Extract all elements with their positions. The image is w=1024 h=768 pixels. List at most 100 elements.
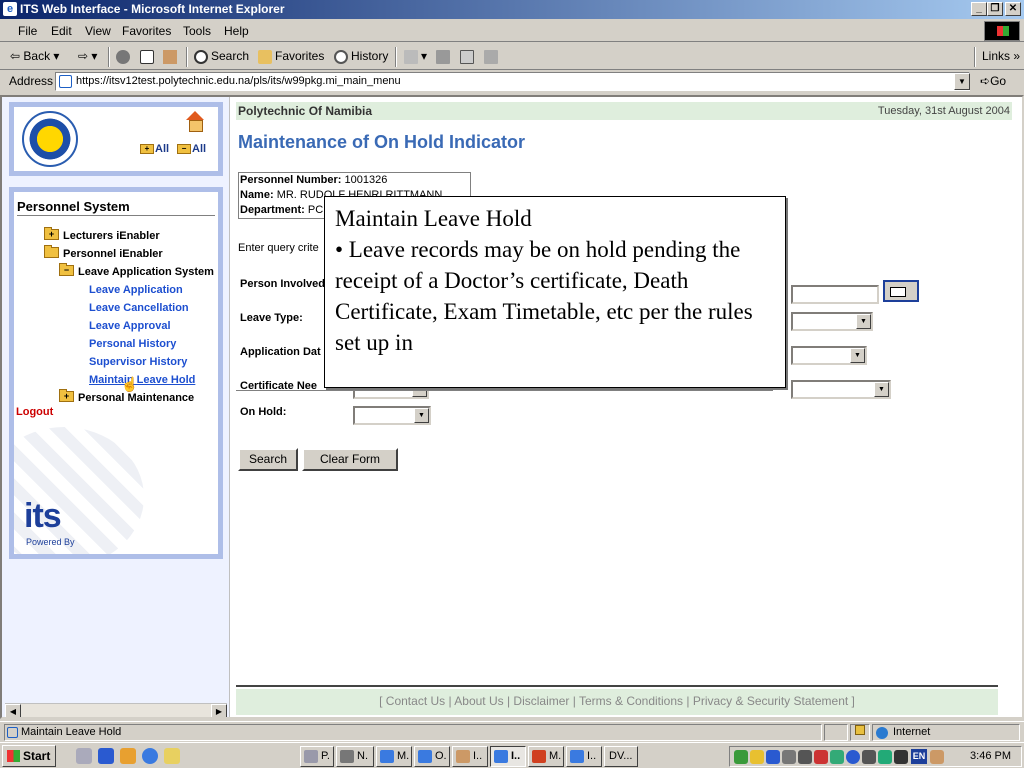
task-button-active[interactable]: I.. <box>490 746 526 767</box>
close-button[interactable]: ✕ <box>1005 2 1021 16</box>
lookup-list-button[interactable] <box>883 280 919 302</box>
menu-help[interactable]: Help <box>224 24 249 38</box>
sidebar-item-lecturers-ienabler[interactable]: Lecturers iEnabler <box>63 230 160 242</box>
footer-divider <box>236 685 998 687</box>
address-input[interactable]: https://itsv12test.polytechnic.edu.na/pl… <box>55 72 970 91</box>
menu-tools[interactable]: Tools <box>183 24 211 38</box>
expand-folder-icon[interactable]: + <box>44 227 59 240</box>
ie-icon <box>418 750 432 763</box>
leave-type-select[interactable]: ▼ <box>791 312 873 331</box>
task-button[interactable]: I.. <box>452 746 488 767</box>
task-button[interactable]: P. <box>300 746 334 767</box>
messenger-icon[interactable] <box>98 748 114 764</box>
open-folder-icon[interactable]: − <box>59 263 74 276</box>
menu-edit[interactable]: Edit <box>51 24 72 38</box>
edit-button[interactable] <box>460 48 477 66</box>
sidebar-item-leave-application[interactable]: Leave Application <box>89 284 183 296</box>
task-button[interactable]: N. <box>336 746 374 767</box>
refresh-icon <box>140 49 154 64</box>
address-url: https://itsv12test.polytechnic.edu.na/pl… <box>76 75 401 87</box>
tray-icon[interactable] <box>930 750 944 764</box>
tray-icon[interactable] <box>846 750 860 764</box>
ie-icon[interactable] <box>142 748 158 764</box>
expand-all-button[interactable]: + All <box>140 143 169 155</box>
tray-icon[interactable] <box>862 750 876 764</box>
scroll-right-button[interactable]: ▶ <box>211 704 227 717</box>
language-indicator[interactable]: EN <box>911 749 927 764</box>
sidebar-item-leave-cancellation[interactable]: Leave Cancellation <box>89 302 189 314</box>
refresh-button[interactable] <box>140 48 157 66</box>
mail-icon <box>304 750 318 763</box>
go-button[interactable]: ➪Go <box>980 74 1006 88</box>
logout-link[interactable]: Logout <box>16 406 53 418</box>
minimize-button[interactable]: _ <box>971 2 987 16</box>
start-button[interactable]: Start <box>2 745 56 767</box>
person-involved-input[interactable] <box>791 285 879 304</box>
restore-button[interactable]: ❐ <box>987 2 1003 16</box>
discuss-button[interactable] <box>484 48 501 66</box>
tray-icon[interactable] <box>734 750 748 764</box>
expand-folder-icon[interactable]: + <box>59 389 74 402</box>
print-button[interactable] <box>436 48 453 66</box>
tray-icon[interactable] <box>878 750 892 764</box>
collapse-all-button[interactable]: − All <box>177 143 206 155</box>
open-folder-icon[interactable] <box>44 245 59 258</box>
taskbar: Start P. N. M. O. I.. I.. M. I.. DV... E… <box>0 742 1024 768</box>
search-button[interactable]: Search <box>238 448 298 471</box>
quicklaunch-icon[interactable] <box>120 748 136 764</box>
history-button[interactable]: History <box>334 48 388 66</box>
toolbar-separator <box>974 47 976 67</box>
on-hold-select[interactable]: ▼ <box>353 406 431 425</box>
tray-icon[interactable] <box>830 750 844 764</box>
menu-favorites[interactable]: Favorites <box>122 24 171 38</box>
tray-icon[interactable] <box>798 750 812 764</box>
home-icon[interactable] <box>184 111 206 132</box>
address-dropdown-button[interactable]: ▼ <box>954 73 970 90</box>
tray-icon[interactable] <box>894 750 908 764</box>
notepad-icon[interactable] <box>164 748 180 764</box>
main-frame: Polytechnic Of Namibia Tuesday, 31st Aug… <box>236 97 1022 717</box>
sidebar-item-leave-approval[interactable]: Leave Approval <box>89 320 171 332</box>
page-icon <box>7 727 18 738</box>
sidebar-item-personal-maintenance[interactable]: Personal Maintenance <box>78 392 194 404</box>
menu-file[interactable]: File <box>18 24 37 38</box>
sidebar-item-supervisor-history[interactable]: Supervisor History <box>89 356 187 368</box>
task-button[interactable]: O. <box>414 746 450 767</box>
expand-folder-icon: + <box>140 144 154 155</box>
task-button[interactable]: DV... <box>604 746 638 767</box>
tray-icon[interactable] <box>766 750 780 764</box>
ie-icon <box>570 750 584 763</box>
sidebar-item-personal-history[interactable]: Personal History <box>89 338 176 350</box>
task-button[interactable]: I.. <box>566 746 602 767</box>
person-involved-label: Person Involved <box>240 278 325 290</box>
stop-button[interactable] <box>116 48 133 66</box>
horizontal-scrollbar[interactable]: ◀ ▶ <box>5 703 227 717</box>
sidebar-item-leave-application-system[interactable]: Leave Application System <box>78 266 214 278</box>
links-button[interactable]: Links » <box>982 48 1020 66</box>
outlook-icon[interactable] <box>76 748 92 764</box>
certificate-received-select[interactable]: ▼ <box>791 380 891 399</box>
favorites-button[interactable]: Favorites <box>258 48 324 66</box>
toolbar-separator <box>186 47 188 67</box>
mail-button[interactable]: ▾ <box>404 48 427 66</box>
application-date-select[interactable]: ▼ <box>791 346 867 365</box>
task-button[interactable]: M. <box>376 746 412 767</box>
footer-links[interactable]: [ Contact Us | About Us | Disclaimer | T… <box>236 689 998 715</box>
scroll-left-button[interactable]: ◀ <box>5 704 21 717</box>
callout-title: Maintain Leave Hold <box>335 206 532 231</box>
sidebar-item-maintain-leave-hold[interactable]: Maintain Leave Hold <box>89 374 195 386</box>
sidebar-item-personnel-ienabler[interactable]: Personnel iEnabler <box>63 248 163 260</box>
address-label: Address <box>9 74 54 88</box>
home-icon <box>163 49 177 64</box>
clear-form-button[interactable]: Clear Form <box>302 448 398 471</box>
forward-button[interactable]: ⇨ ▾ <box>78 48 97 66</box>
tray-icon[interactable] <box>782 750 796 764</box>
back-button[interactable]: ⇦ Back ▾ <box>10 48 59 66</box>
browser-content: + All − All Personnel System + Lecturers i… <box>0 95 1024 719</box>
home-button[interactable] <box>163 48 180 66</box>
search-button[interactable]: Search <box>194 48 249 66</box>
menu-view[interactable]: View <box>85 24 111 38</box>
task-button[interactable]: M. <box>528 746 564 767</box>
tray-icon[interactable] <box>750 750 764 764</box>
tray-icon[interactable] <box>814 750 828 764</box>
